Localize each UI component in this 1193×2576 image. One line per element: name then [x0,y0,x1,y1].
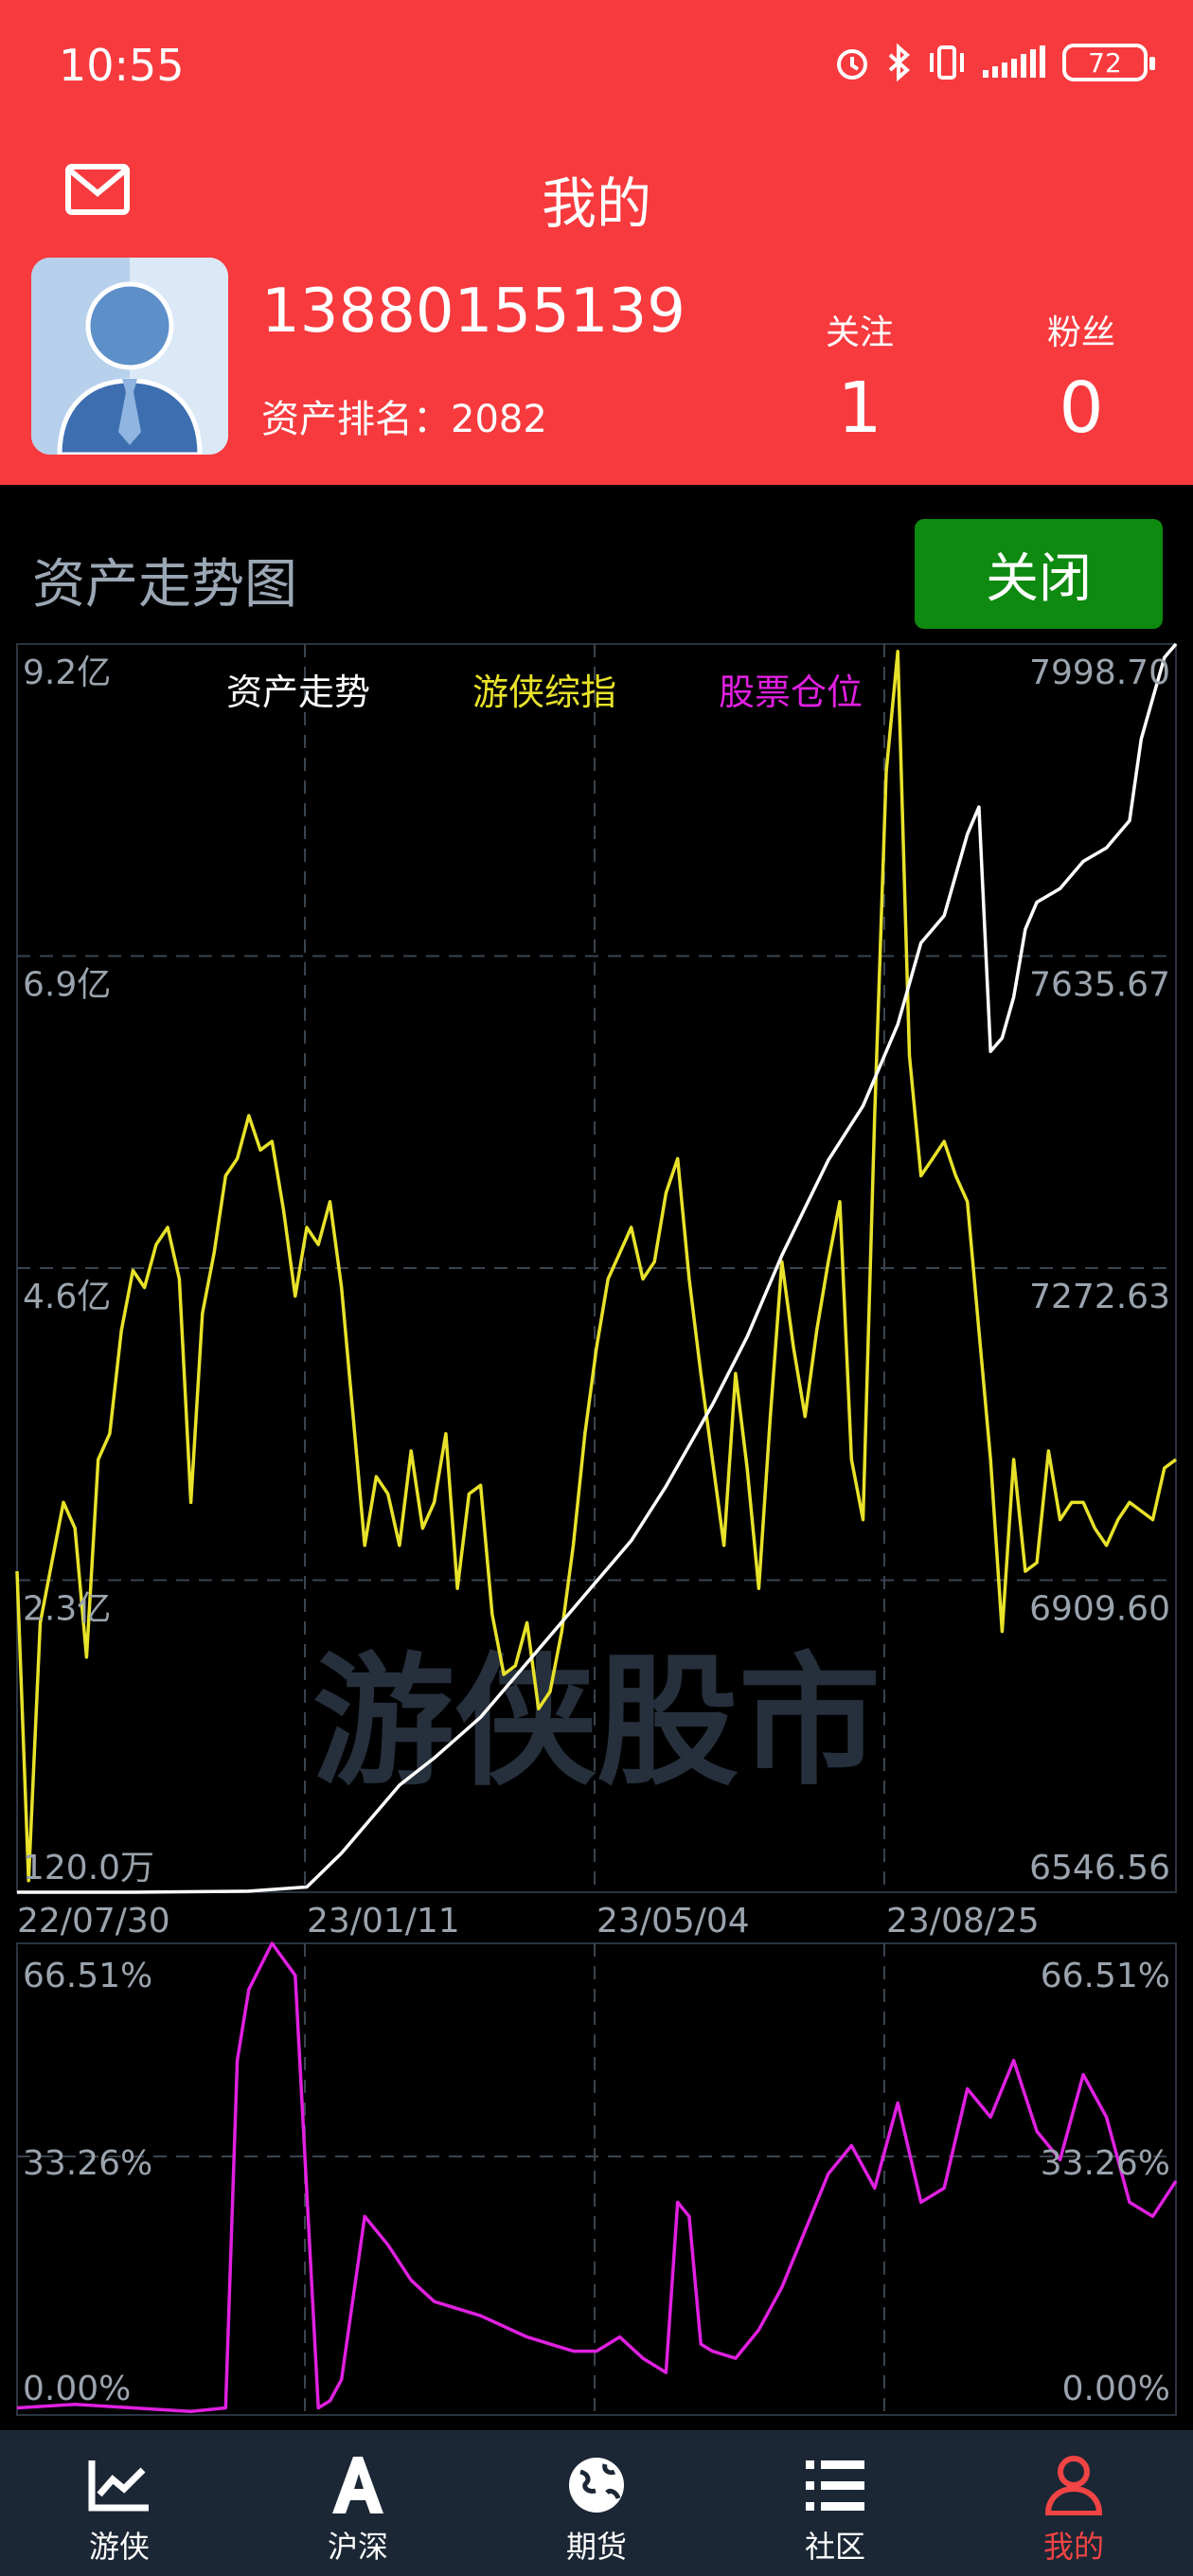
right-axis-label: 6546.56 [1029,1849,1170,1887]
position-right-label: 66.51% [1041,1957,1170,1995]
nav-label-community: 社区 [804,2529,865,2565]
position-right-label: 0.00% [1062,2370,1170,2408]
nav-label-mine: 我的 [1042,2529,1104,2565]
legend-item: 游侠综指 [472,671,616,713]
x-tick-label: 23/05/04 [596,1902,750,1941]
right-axis-label: 7272.63 [1029,1278,1170,1316]
legend-item: 股票仓位 [719,671,863,713]
x-tick-label: 23/01/11 [307,1902,460,1941]
nav-label-hushen: 沪深 [327,2529,388,2565]
nav-item-hushen[interactable]: 沪深 [239,2430,477,2576]
x-tick-label: 22/07/30 [17,1902,170,1941]
position-left-label: 66.51% [23,1957,152,1995]
left-axis-label: 120.0万 [23,1849,154,1887]
person-icon [1044,2456,1103,2515]
list-icon [806,2460,864,2511]
nav-item-mine[interactable]: 我的 [954,2430,1193,2576]
nav-item-community[interactable]: 社区 [716,2430,954,2576]
nav-label-futures: 期货 [565,2529,627,2565]
left-axis-label: 4.6亿 [23,1278,111,1316]
nav-item-youxia[interactable]: 游侠 [0,2430,239,2576]
chart-icon [88,2460,149,2512]
left-axis-label: 2.3亿 [23,1590,111,1629]
right-axis-label: 6909.60 [1029,1590,1170,1629]
globe-icon [569,2458,624,2513]
left-axis-label: 6.9亿 [23,966,111,1005]
position-right-label: 33.26% [1041,2144,1170,2183]
bottom-nav: 游侠 沪深 期货 社区 我的 [0,2430,1193,2576]
left-axis-label: 9.2亿 [23,653,111,692]
legend-item: 资产走势 [226,671,370,713]
nav-item-futures[interactable]: 期货 [477,2430,716,2576]
position-left-label: 33.26% [23,2144,152,2183]
x-tick-label: 23/08/25 [886,1902,1040,1941]
chart-watermark: 游侠股市 [312,1640,881,1805]
letter-a-icon [332,2457,383,2513]
asset-chart: 游侠股市 9.2亿 6.9亿 4.6亿 2.3亿 120.0万 7998.70 7635.6… [15,642,1178,2416]
position-left-label: 0.00% [23,2370,131,2408]
right-axis-label: 7998.70 [1029,653,1170,692]
nav-label-youxia: 游侠 [88,2529,150,2565]
right-axis-label: 7635.67 [1029,966,1170,1005]
position-chart-frame [16,1942,1177,2416]
position-series-line [16,1941,1178,2414]
